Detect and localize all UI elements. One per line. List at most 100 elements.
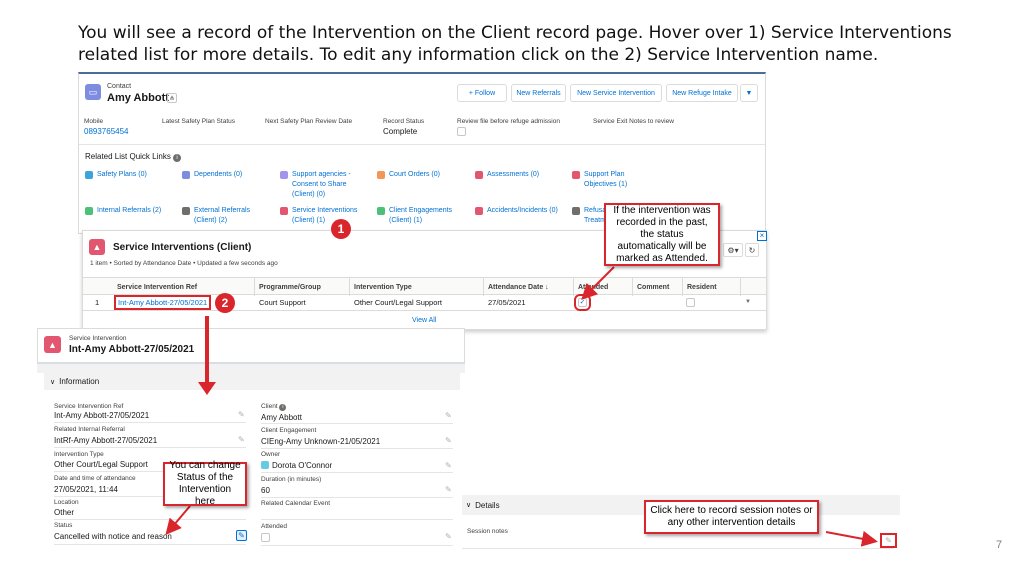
record-name: Int-Amy Abbott-27/05/2021: [69, 344, 195, 355]
quick-link-service-interventions[interactable]: Service Interventions (Client) (1): [292, 206, 362, 226]
quick-link-support-agencies[interactable]: Support agencies - Consent to Share (Cli…: [292, 170, 364, 200]
row-actions-chevron-icon[interactable]: ▼: [745, 299, 751, 305]
close-icon[interactable]: ×: [757, 231, 767, 241]
edit-engagement-pencil-icon[interactable]: ✎: [445, 436, 452, 445]
datetime-label: Date and time of attendance: [54, 475, 136, 482]
assessments-icon: [475, 171, 483, 179]
new-refuge-intake-button[interactable]: New Refuge Intake: [666, 84, 738, 102]
edit-ref-pencil-icon[interactable]: ✎: [238, 410, 245, 419]
row-programme: Court Support: [259, 298, 306, 307]
quick-link-assessments[interactable]: Assessments (0): [487, 170, 539, 180]
location-value: Other: [54, 508, 75, 517]
quick-link-court-orders[interactable]: Court Orders (0): [389, 170, 440, 180]
arrow-down-shaft: [205, 316, 209, 386]
safety-plans-icon: [85, 171, 93, 179]
row-attended-checkbox: ✓: [574, 294, 591, 311]
quick-link-safety-plans[interactable]: Safety Plans (0): [97, 170, 147, 180]
slide-heading: You will see a record of the Interventio…: [78, 23, 952, 65]
chevron-down-icon: ∨: [466, 502, 472, 509]
internal-referral-value[interactable]: IntRf-Amy Abbott-27/05/2021: [54, 436, 157, 445]
refresh-icon[interactable]: ↻: [745, 243, 759, 257]
external-referrals-icon: [182, 207, 190, 215]
new-referrals-button[interactable]: New Referrals: [511, 84, 566, 102]
status-value: Cancelled with notice and reason: [54, 532, 172, 541]
col-header-resident[interactable]: Resident: [683, 278, 741, 296]
engagement-value[interactable]: CIEng-Amy Unknown-21/05/2021: [261, 437, 380, 446]
new-service-intervention-button[interactable]: New Service Intervention: [570, 84, 662, 102]
mobile-value[interactable]: 0893765454: [84, 127, 129, 136]
info-icon: i: [279, 404, 287, 411]
quick-link-internal-referrals[interactable]: Internal Referrals (2): [97, 206, 161, 216]
row-resident-checkbox: [686, 298, 695, 307]
mobile-label: Mobile: [84, 118, 104, 125]
col-header-ref[interactable]: Service Intervention Ref: [113, 278, 255, 296]
row-number: 1: [95, 298, 100, 307]
type-value: Other Court/Legal Support: [54, 460, 148, 469]
related-list-title[interactable]: Service Interventions (Client): [113, 242, 251, 253]
edit-duration-pencil-icon[interactable]: ✎: [445, 485, 452, 494]
quick-links-title: Related List Quick Links i: [85, 152, 182, 162]
information-section-header[interactable]: ∨ Information: [44, 373, 460, 390]
attended-callout: If the intervention was recorded in the …: [604, 203, 720, 266]
session-notes-callout: Click here to record session notes or an…: [644, 500, 819, 534]
edit-attended-pencil-icon[interactable]: ✎: [445, 532, 452, 541]
attended-checkbox: [261, 533, 270, 542]
location-label: Location: [54, 499, 79, 506]
col-header-date[interactable]: Attendance Date ↓: [484, 278, 574, 296]
quick-link-support-plan[interactable]: Support Plan Objectives (1): [584, 170, 639, 190]
edit-client-pencil-icon[interactable]: ✎: [445, 411, 452, 420]
service-interventions-icon: [280, 207, 288, 215]
field-divider: [261, 472, 453, 473]
view-all-link[interactable]: View All: [412, 317, 436, 324]
step-badge-2: 2: [215, 293, 235, 313]
field-divider: [54, 519, 246, 520]
quick-link-accidents[interactable]: Accidents/Incidents (0): [487, 206, 558, 216]
edit-owner-pencil-icon[interactable]: ✎: [445, 461, 452, 470]
row-ref-link[interactable]: Int-Amy Abbott-27/05/2021: [113, 295, 212, 310]
page-number: 7: [996, 539, 1003, 551]
related-list-table-header: Service Intervention Ref Programme/Group…: [83, 277, 766, 296]
field-divider: [261, 519, 453, 520]
field-divider: [54, 544, 246, 545]
dependents-icon: [182, 171, 190, 179]
field-divider: [261, 448, 453, 449]
field-divider: [261, 423, 453, 424]
record-header: ▲ Service Intervention Int-Amy Abbott-27…: [37, 328, 465, 364]
field-divider: [261, 545, 453, 546]
client-label: Client i: [261, 403, 287, 411]
owner-value[interactable]: Dorota O'Connor: [261, 461, 332, 470]
record-status-value: Complete: [383, 127, 418, 136]
table-row: 1 Int-Amy Abbott-27/05/2021 Court Suppor…: [83, 294, 766, 311]
quick-link-client-engagements[interactable]: Client Engagements (Client) (1): [389, 206, 465, 226]
client-value[interactable]: Amy Abbott: [261, 413, 302, 422]
hierarchy-icon[interactable]: ⋔: [167, 93, 177, 103]
chevron-down-icon: ∨: [50, 378, 56, 386]
edit-internal-referral-pencil-icon[interactable]: ✎: [238, 435, 245, 444]
edit-status-pencil-icon[interactable]: ✎: [236, 530, 247, 541]
related-list-subtitle: 1 item • Sorted by Attendance Date • Upd…: [90, 260, 278, 267]
col-header-comment[interactable]: Comment: [633, 278, 683, 296]
owner-label: Owner: [261, 451, 281, 458]
follow-button[interactable]: + Follow: [457, 84, 507, 102]
settings-gear-icon[interactable]: ⚙▾: [723, 243, 743, 257]
row-type: Other Court/Legal Support: [354, 298, 442, 307]
refusals-icon: [572, 207, 580, 215]
quick-links-divider: [79, 144, 765, 145]
user-avatar-icon: [261, 461, 269, 469]
col-header-type[interactable]: Intervention Type: [350, 278, 484, 296]
more-actions-chevron-icon[interactable]: ▼: [740, 84, 758, 102]
internal-referral-label: Related Internal Referral: [54, 426, 125, 433]
attended-label: Attended: [261, 523, 288, 530]
related-list-icon: ▲: [89, 239, 105, 255]
engagement-label: Client Engagement: [261, 427, 317, 434]
col-header-programme[interactable]: Programme/Group: [255, 278, 350, 296]
record-body-top: [37, 364, 465, 373]
quick-link-external-referrals[interactable]: External Referrals (Client) (2): [194, 206, 260, 226]
record-icon: ▲: [44, 336, 61, 353]
quick-link-dependents[interactable]: Dependents (0): [194, 170, 242, 180]
field-divider: [462, 548, 894, 549]
contact-name: Amy Abbott: [107, 92, 169, 104]
edit-session-notes-pencil-icon[interactable]: ✎: [880, 533, 897, 548]
contact-object-label: Contact: [107, 83, 132, 90]
col-header-attended[interactable]: Attended: [574, 278, 633, 296]
